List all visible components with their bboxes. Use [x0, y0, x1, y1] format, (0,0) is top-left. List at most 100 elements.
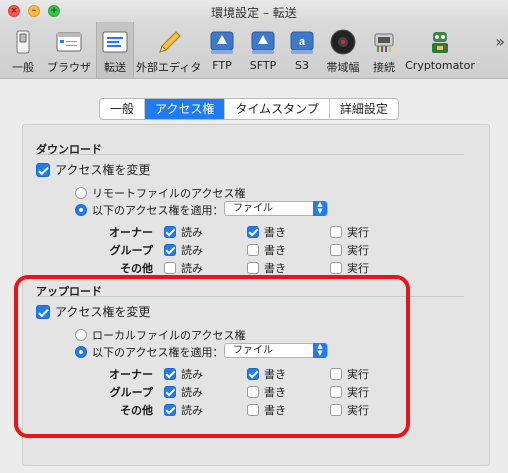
- checkbox-box[interactable]: [164, 368, 176, 380]
- toolbar-item-label: 一般: [12, 61, 34, 74]
- upload-change-permissions-checkbox[interactable]: アクセス権を変更: [36, 303, 150, 320]
- download-others-write[interactable]: 書き: [247, 260, 286, 276]
- checkbox-box[interactable]: [247, 262, 259, 274]
- ftp-drive-icon: [210, 31, 234, 54]
- checkbox-box[interactable]: [164, 244, 176, 256]
- checkbox-label: 書き: [264, 226, 286, 239]
- toolbar-item-cryptomator[interactable]: Cryptomator: [405, 22, 475, 78]
- checkbox-box[interactable]: [164, 386, 176, 398]
- upload-radio-apply[interactable]: 以下のアクセス権を適用：: [75, 344, 223, 360]
- checkbox-label: 読み: [181, 244, 203, 257]
- gauge-icon: [330, 29, 356, 55]
- download-others-exec[interactable]: 実行: [330, 260, 369, 276]
- preferences-window: × – + 環境設定 – 転送 一般 ブラウザ 転送 外部エディタ FTP SF…: [0, 0, 508, 473]
- upload-owner-read[interactable]: 読み: [164, 366, 203, 382]
- checkbox-box[interactable]: [247, 386, 259, 398]
- window-title: 環境設定 – 転送: [211, 6, 297, 20]
- checkbox-box[interactable]: [330, 262, 342, 274]
- upload-group-read[interactable]: 読み: [164, 384, 203, 400]
- upload-others-read[interactable]: 読み: [164, 402, 203, 418]
- download-radio-apply[interactable]: 以下のアクセス権を適用：: [75, 202, 223, 218]
- toolbar-item-ftp[interactable]: FTP: [204, 22, 240, 78]
- download-radio-remote[interactable]: リモートファイルのアクセス権: [75, 185, 245, 201]
- download-group-exec[interactable]: 実行: [330, 242, 369, 258]
- checkbox-box[interactable]: [330, 386, 342, 398]
- download-owner-write[interactable]: 書き: [247, 224, 286, 240]
- toolbar-item-s3[interactable]: a S3: [285, 22, 319, 78]
- radio-button[interactable]: [75, 204, 87, 216]
- toolbar-item-label: Cryptomator: [405, 59, 475, 72]
- download-change-permissions-checkbox[interactable]: アクセス権を変更: [36, 161, 150, 178]
- download-others-read[interactable]: 読み: [164, 260, 203, 276]
- checkbox-box[interactable]: [247, 368, 259, 380]
- toolbar-item-label: 帯域幅: [326, 61, 360, 74]
- upload-group-write[interactable]: 書き: [247, 384, 286, 400]
- select-value: ファイル: [233, 203, 273, 214]
- checkbox-label: 書き: [264, 368, 286, 381]
- tab-timestamp[interactable]: タイムスタンプ: [225, 99, 330, 119]
- select-value: ファイル: [233, 345, 273, 356]
- upload-divider: [36, 296, 464, 297]
- switch-icon: [16, 30, 30, 54]
- download-group-read[interactable]: 読み: [164, 242, 203, 258]
- transfer-list-icon: [102, 31, 128, 53]
- checkbox-box[interactable]: [164, 226, 176, 238]
- toolbar-item-general[interactable]: 一般: [4, 22, 42, 78]
- chevron-updown-icon: ▲ ▼: [313, 343, 327, 358]
- upload-file-type-select[interactable]: ファイル ▲ ▼: [224, 343, 328, 358]
- tab-general[interactable]: 一般: [100, 99, 146, 119]
- radio-button[interactable]: [75, 329, 87, 341]
- upload-others-exec[interactable]: 実行: [330, 402, 369, 418]
- toolbar-item-label: ブラウザ: [47, 61, 91, 74]
- checkbox-box[interactable]: [330, 244, 342, 256]
- radio-button[interactable]: [75, 187, 87, 199]
- checkbox-box[interactable]: [36, 162, 50, 177]
- upload-group-exec[interactable]: 実行: [330, 384, 369, 400]
- checkbox-box[interactable]: [247, 226, 259, 238]
- toolbar-item-external-editor[interactable]: 外部エディタ: [136, 22, 202, 78]
- pencil-icon: [159, 31, 181, 53]
- checkbox-box[interactable]: [164, 262, 176, 274]
- checkbox-box[interactable]: [247, 244, 259, 256]
- toolbar-item-sftp[interactable]: SFTP: [243, 22, 283, 78]
- checkbox-label: 実行: [347, 404, 369, 417]
- download-owner-exec[interactable]: 実行: [330, 224, 369, 240]
- radio-label: リモートファイルのアクセス権: [92, 187, 246, 200]
- checkbox-label: 読み: [181, 404, 203, 417]
- sftp-drive-icon: [251, 31, 275, 54]
- tab-permissions[interactable]: アクセス権: [145, 99, 226, 119]
- checkbox-box[interactable]: [330, 404, 342, 416]
- checkbox-box[interactable]: [247, 404, 259, 416]
- checkbox-label: 実行: [347, 226, 369, 239]
- tab-advanced[interactable]: 詳細設定: [330, 99, 398, 119]
- upload-owner-label: オーナー: [109, 368, 153, 381]
- toolbar-item-label: FTP: [212, 59, 232, 72]
- upload-others-write[interactable]: 書き: [247, 402, 286, 418]
- toolbar-item-connection[interactable]: 接続: [367, 22, 401, 78]
- preferences-content: 一般 アクセス権 タイムスタンプ 詳細設定 ダウンロード アクセス権を変更 リモ…: [0, 79, 508, 473]
- radio-button[interactable]: [75, 346, 87, 358]
- download-group-write[interactable]: 書き: [247, 242, 286, 258]
- toolbar-item-bandwidth[interactable]: 帯域幅: [323, 22, 363, 78]
- upload-radio-local[interactable]: ローカルファイルのアクセス権: [75, 327, 245, 343]
- checkbox-label: 読み: [181, 226, 203, 239]
- title-bar: × – + 環境設定 – 転送: [0, 0, 508, 22]
- download-owner-read[interactable]: 読み: [164, 224, 203, 240]
- checkbox-box[interactable]: [164, 404, 176, 416]
- toolbar-item-label: 外部エディタ: [136, 61, 202, 74]
- toolbar-item-transfer[interactable]: 転送: [96, 22, 134, 78]
- checkbox-box[interactable]: [330, 368, 342, 380]
- toolbar-overflow-chevron-icon[interactable]: »: [495, 32, 505, 51]
- radio-label: 以下のアクセス権を適用：: [92, 204, 224, 217]
- download-file-type-select[interactable]: ファイル ▲ ▼: [224, 201, 328, 216]
- download-owner-label: オーナー: [109, 226, 153, 239]
- checkbox-label: 書き: [264, 386, 286, 399]
- checkbox-label: 読み: [181, 386, 203, 399]
- toolbar-item-label: S3: [295, 59, 309, 72]
- upload-owner-write[interactable]: 書き: [247, 366, 286, 382]
- checkbox-box[interactable]: [330, 226, 342, 238]
- upload-owner-exec[interactable]: 実行: [330, 366, 369, 382]
- preferences-tab-bar: 一般 アクセス権 タイムスタンプ 詳細設定: [99, 98, 399, 120]
- checkbox-box[interactable]: [36, 304, 50, 319]
- toolbar-item-browser[interactable]: ブラウザ: [44, 22, 94, 78]
